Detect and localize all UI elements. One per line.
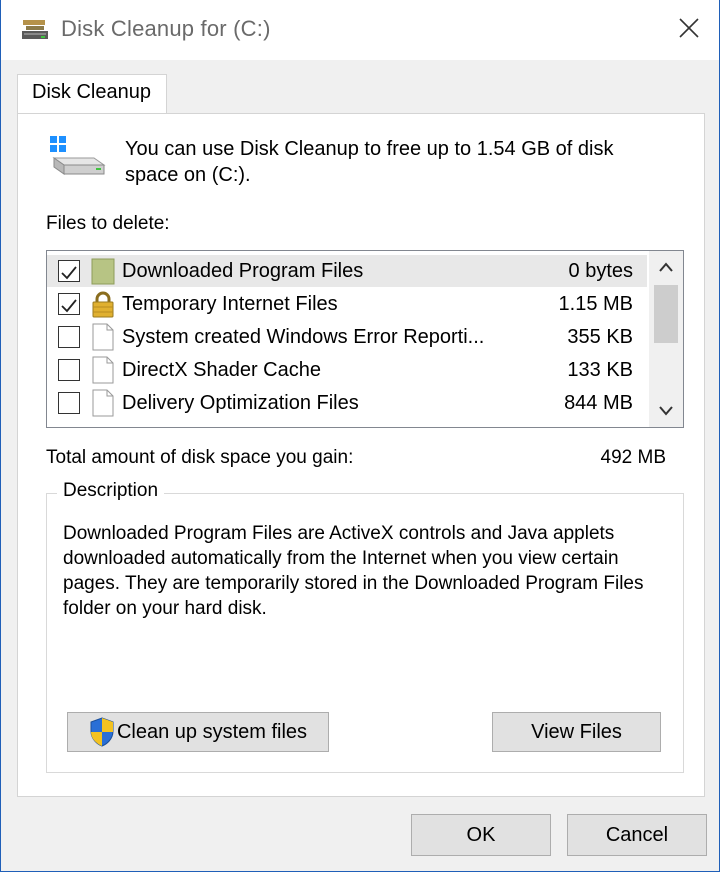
clean-up-system-files-button[interactable]: Clean up system files: [67, 712, 329, 752]
files-listbox[interactable]: Downloaded Program Files 0 bytes Tempora…: [46, 250, 684, 428]
intro-text: You can use Disk Cleanup to free up to 1…: [125, 138, 614, 186]
description-text: Downloaded Program Files are ActiveX con…: [63, 523, 644, 619]
document-icon: [90, 356, 116, 384]
file-size: 1.15 MB: [558, 293, 633, 315]
chevron-down-icon: [659, 406, 673, 416]
file-size: 355 KB: [567, 326, 633, 348]
disk-cleanup-app-icon: [21, 18, 49, 42]
scroll-thumb[interactable]: [654, 285, 678, 343]
checkmark-icon: [61, 299, 77, 313]
checkmark-icon: [61, 266, 77, 280]
files-to-delete-label: Files to delete:: [46, 213, 170, 234]
ok-button[interactable]: OK: [411, 814, 551, 856]
clean-up-system-files-label: Clean up system files: [116, 720, 308, 743]
document-icon: [90, 389, 116, 417]
checkbox[interactable]: [58, 359, 80, 381]
file-name: DirectX Shader Cache: [122, 359, 321, 381]
total-space-label: Total amount of disk space you gain:: [46, 447, 354, 468]
vertical-scrollbar[interactable]: [649, 251, 683, 427]
window-title: Disk Cleanup for (C:): [61, 16, 271, 41]
view-files-button[interactable]: View Files: [492, 712, 661, 752]
tab-disk-cleanup[interactable]: Disk Cleanup: [17, 74, 167, 115]
file-name: Downloaded Program Files: [122, 260, 364, 282]
scroll-down-button[interactable]: [649, 395, 683, 427]
checkbox[interactable]: [58, 392, 80, 414]
checkbox[interactable]: [58, 260, 80, 282]
title-bar[interactable]: Disk Cleanup for (C:): [1, 0, 719, 60]
file-size: 844 MB: [564, 392, 633, 414]
file-size: 0 bytes: [568, 260, 633, 282]
list-item[interactable]: Temporary Internet Files 1.15 MB: [47, 288, 647, 320]
total-space-value: 492 MB: [600, 447, 666, 468]
list-item[interactable]: System created Windows Error Reporti... …: [47, 321, 647, 353]
drive-icon: [48, 134, 106, 178]
list-item[interactable]: Downloaded Program Files 0 bytes: [47, 255, 647, 287]
file-size: 133 KB: [567, 359, 633, 381]
uac-shield-icon: [89, 717, 115, 747]
description-group: Description Downloaded Program Files are…: [46, 480, 684, 773]
list-item[interactable]: Delivery Optimization Files 844 MB: [47, 387, 647, 419]
cancel-button[interactable]: Cancel: [567, 814, 707, 856]
checkbox[interactable]: [58, 293, 80, 315]
folder-icon: [90, 257, 116, 285]
file-name: Temporary Internet Files: [122, 293, 338, 315]
file-name: Delivery Optimization Files: [122, 392, 359, 414]
document-icon: [90, 323, 116, 351]
close-button[interactable]: [667, 8, 711, 52]
file-name: System created Windows Error Reporti...: [122, 326, 485, 348]
scroll-up-button[interactable]: [649, 251, 683, 283]
tab-panel: You can use Disk Cleanup to free up to 1…: [17, 113, 705, 797]
list-item[interactable]: DirectX Shader Cache 133 KB: [47, 354, 647, 386]
checkbox[interactable]: [58, 326, 80, 348]
description-legend: Description: [57, 480, 165, 502]
chevron-up-icon: [659, 262, 673, 272]
lock-icon: [90, 290, 116, 318]
disk-cleanup-dialog: Disk Cleanup for (C:) Disk Cleanup You c…: [0, 0, 720, 872]
close-icon: [678, 17, 700, 44]
